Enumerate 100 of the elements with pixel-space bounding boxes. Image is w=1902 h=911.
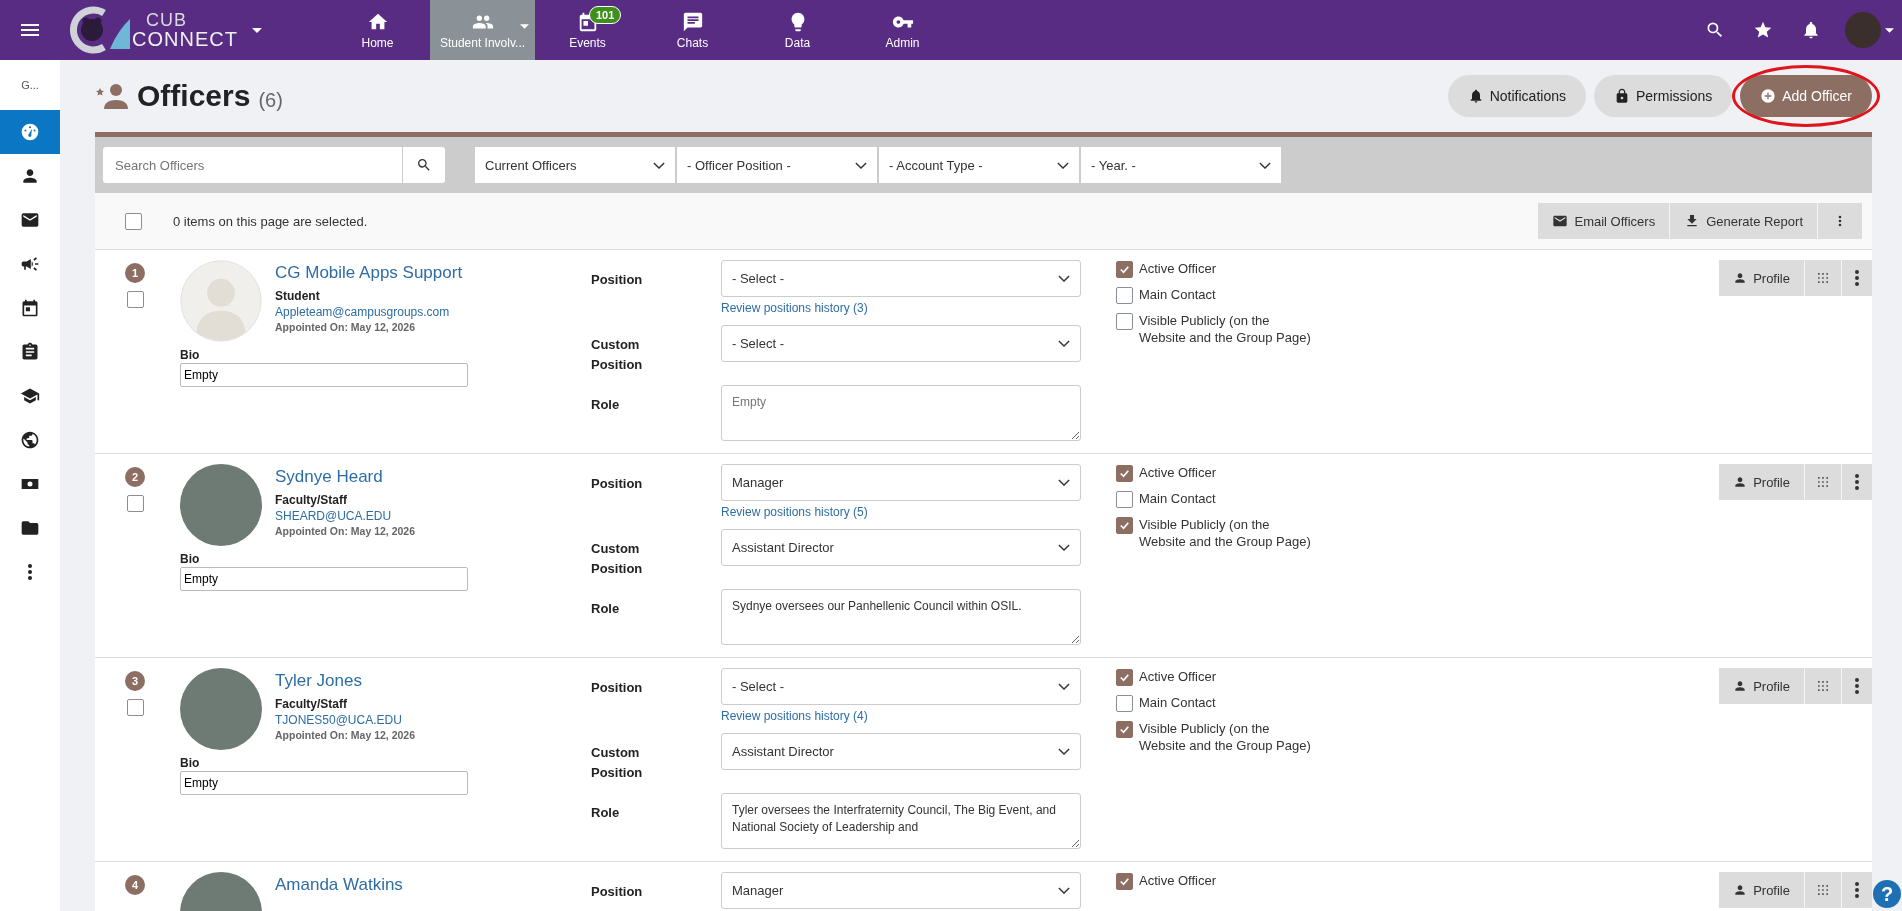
role-field[interactable]: Sydnye oversees our Panhellenic Council within OSIL.	[721, 589, 1081, 645]
bio-field[interactable]: Empty	[180, 567, 468, 591]
appointed-date: Appointed On: May 12, 2026	[275, 729, 416, 741]
position-dropdown[interactable]: - Select -	[721, 260, 1081, 297]
menu-icon	[21, 24, 39, 36]
officer-name-link[interactable]: Amanda Watkins	[275, 875, 403, 895]
nav-tab[interactable]: Chats	[640, 0, 745, 60]
field-label: Custom Position	[591, 336, 644, 374]
position-dropdown[interactable]: Manager	[721, 464, 1081, 501]
logo-icon	[70, 5, 130, 55]
grid-icon	[1818, 477, 1828, 487]
chevron-icon	[1058, 683, 1070, 690]
officer-icon	[95, 82, 129, 110]
field-label: Position	[591, 475, 644, 493]
profile-button[interactable]: Profile	[1719, 668, 1805, 704]
email-link[interactable]: SHEARD@UCA.EDU	[275, 509, 416, 523]
row-checkbox[interactable]	[126, 699, 144, 716]
checkbox[interactable]	[1116, 669, 1133, 686]
field-label: Bio	[180, 552, 201, 566]
field-label: Position	[591, 271, 644, 289]
history-link[interactable]: Review positions history (4)	[721, 709, 1081, 723]
nav-tab[interactable]: Home	[325, 0, 430, 60]
checkbox[interactable]	[1116, 491, 1133, 508]
clipboard-icon	[20, 342, 40, 362]
field-label: Role	[591, 396, 621, 414]
nav-tab[interactable]: Admin	[850, 0, 955, 60]
graduation-cap-icon	[20, 386, 40, 406]
email-link[interactable]: TJONES50@UCA.EDU	[275, 713, 416, 727]
more-icon	[1855, 678, 1859, 694]
filter-dropdown[interactable]: - Year. -	[1081, 147, 1281, 183]
caret-icon	[251, 27, 262, 33]
folder-icon	[20, 518, 40, 538]
person-icon	[1733, 679, 1748, 693]
bio-field[interactable]: Empty	[180, 363, 468, 387]
calendar-icon	[20, 298, 40, 318]
checkbox[interactable]	[1116, 873, 1133, 890]
custom-position-dropdown[interactable]: - Select -	[721, 325, 1081, 362]
search-field[interactable]: Search Officers	[103, 147, 403, 183]
mail-button[interactable]: Email Officers	[1538, 203, 1671, 239]
search-icon	[1705, 20, 1725, 40]
custom-position-dropdown[interactable]: Assistant Director	[721, 529, 1081, 566]
bell-button[interactable]: Notifications	[1447, 75, 1586, 117]
nav-tab[interactable]: Data	[745, 0, 850, 60]
row-checkbox[interactable]	[126, 291, 144, 308]
row-checkbox[interactable]	[126, 495, 144, 512]
email-link[interactable]: Appleteam@campusgroups.com	[275, 305, 463, 319]
account-type: Faculty/Staff	[275, 493, 348, 507]
appointed-date: Appointed On: May 12, 2026	[275, 321, 417, 333]
chevron-icon	[653, 161, 665, 169]
field-label: Position	[591, 883, 644, 901]
checkbox[interactable]	[1116, 287, 1133, 304]
position-dropdown[interactable]: Manager	[721, 872, 1081, 909]
field-label: Bio	[180, 756, 201, 770]
bio-field[interactable]: Empty	[180, 771, 468, 795]
profile-button[interactable]: Profile	[1719, 464, 1805, 500]
field-label: Bio	[180, 348, 201, 362]
role-field[interactable]: Tyler oversees the Interfraternity Council, The Big Event, and National Society of Leadership and	[721, 793, 1081, 849]
filter-dropdown[interactable]: - Account Type -	[879, 147, 1079, 183]
checkbox-label: Active Officer	[1139, 668, 1217, 685]
history-link[interactable]: Review positions history (3)	[721, 301, 1081, 315]
lock-button[interactable]: Permissions	[1593, 75, 1733, 117]
row-number: 1	[125, 263, 145, 283]
help-button[interactable]: ?	[1873, 880, 1901, 908]
dashboard-button[interactable]	[0, 110, 60, 154]
more-icon	[28, 564, 32, 580]
search-button[interactable]	[403, 147, 445, 183]
profile-button[interactable]: Profile	[1719, 872, 1805, 908]
logo[interactable]: CUB CONNECT	[60, 0, 325, 60]
checkbox-label: Visible Publicly (on the Website and the Group Page)	[1139, 516, 1312, 550]
logo-text: CONNECT	[132, 29, 238, 49]
mail-icon	[1552, 213, 1569, 229]
history-link[interactable]: Review positions history (5)	[721, 505, 1081, 519]
bell-icon	[1801, 20, 1821, 40]
checkbox[interactable]	[1116, 465, 1133, 482]
row-number: 4	[125, 875, 145, 895]
checkbox-label: Active Officer	[1139, 872, 1217, 889]
officer-name-link[interactable]: Tyler Jones	[275, 671, 416, 691]
profile-button[interactable]: Profile	[1719, 260, 1805, 296]
field-label: Custom Position	[591, 744, 644, 782]
star-icon	[1753, 20, 1773, 40]
nav-tab[interactable]: Events 101	[535, 0, 640, 60]
officer-name-link[interactable]: Sydnye Heard	[275, 467, 416, 487]
position-dropdown[interactable]: - Select -	[721, 668, 1081, 705]
mail-icon	[20, 210, 40, 230]
grid-icon	[1818, 681, 1828, 691]
checkbox[interactable]	[1116, 313, 1133, 330]
filter-dropdown[interactable]: - Officer Position -	[677, 147, 877, 183]
checkbox[interactable]	[1116, 261, 1133, 278]
role-field[interactable]: Empty	[721, 385, 1081, 441]
checkbox[interactable]	[1116, 517, 1133, 534]
chevron-icon	[855, 161, 867, 169]
field-label: Role	[591, 600, 621, 618]
checkbox[interactable]	[1116, 721, 1133, 738]
account-type: Student	[275, 289, 321, 303]
checkbox[interactable]	[1116, 695, 1133, 712]
officer-name-link[interactable]: CG Mobile Apps Support	[275, 263, 463, 283]
select-all-checkbox[interactable]	[125, 212, 142, 230]
filter-dropdown[interactable]: Current Officers	[475, 147, 675, 183]
plus-circle-button[interactable]: Add Officer	[1740, 75, 1872, 117]
custom-position-dropdown[interactable]: Assistant Director	[721, 733, 1081, 770]
